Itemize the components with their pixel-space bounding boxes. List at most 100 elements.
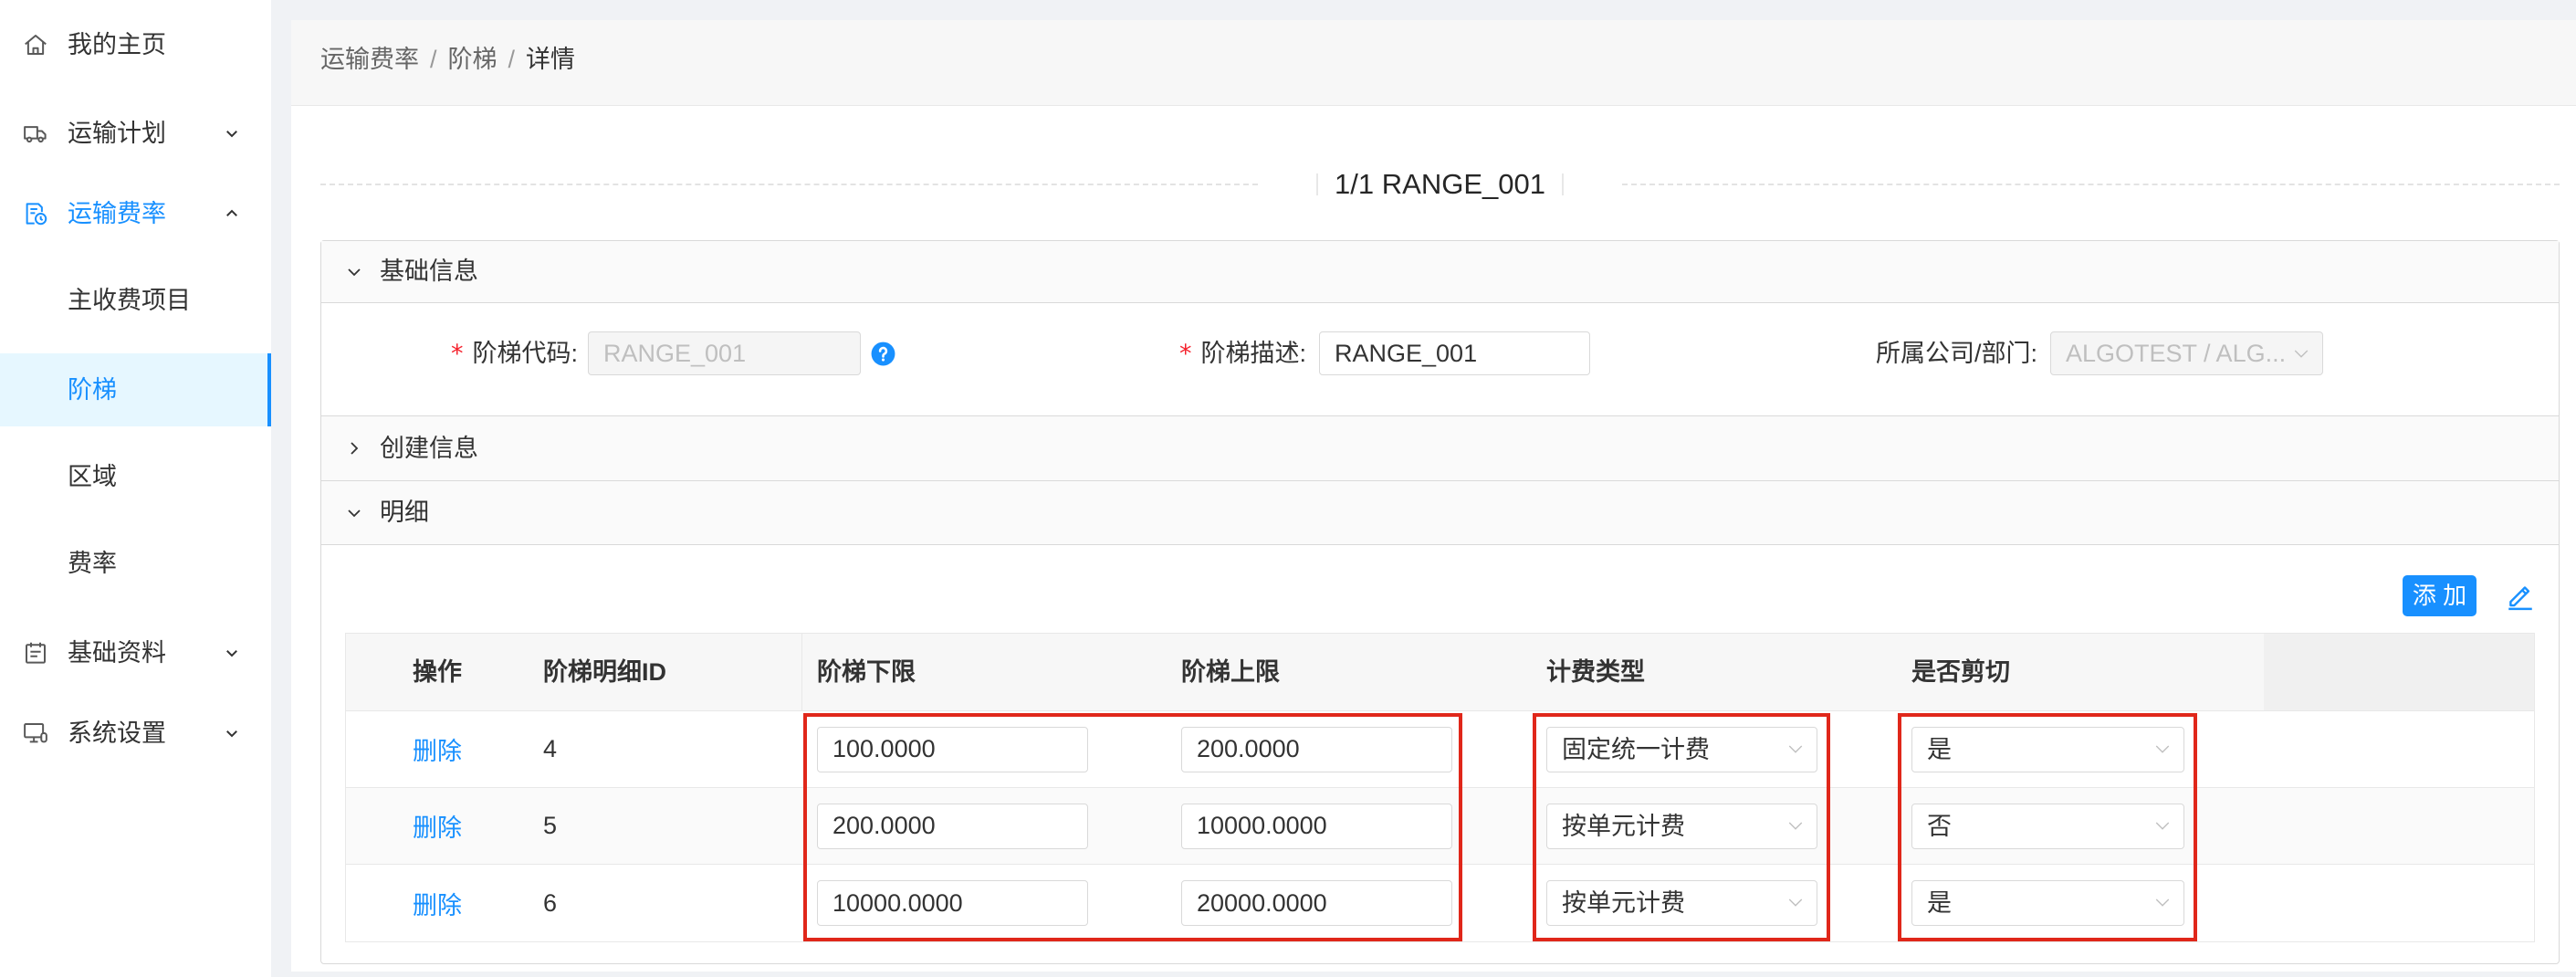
table-row: 删除 6 按单元计费 是 [346,865,2534,941]
upper-limit-input[interactable] [1181,880,1452,926]
sidebar-item-label: 主收费项目 [68,287,191,314]
column-header-lower-limit: 阶梯下限 [817,658,916,686]
sidebar-item-transport-plan[interactable]: 运输计划 [0,97,271,170]
delete-link[interactable]: 删除 [413,814,462,842]
chevron-down-icon [346,264,362,280]
delete-link[interactable]: 删除 [413,738,462,765]
column-header-detail-id: 阶梯明细ID [529,634,802,710]
cut-select[interactable]: 是 [1911,880,2184,926]
rate-sheet-icon [22,200,49,227]
clipboard-icon [22,639,49,667]
divider-bar-right [1561,173,1564,195]
charge-type-cell: 按单元计费 [1532,880,1897,926]
column-header-filler [2264,634,2534,710]
range-description-input[interactable] [1319,331,1590,375]
panel-title: 明细 [380,499,429,526]
breadcrumb-link-range[interactable]: 阶梯 [448,46,497,73]
lower-limit-input[interactable] [817,803,1088,849]
chevron-down-icon [346,505,362,521]
panel-title: 基础信息 [380,257,478,285]
panel-header-basic-info[interactable]: 基础信息 [321,241,2559,303]
required-mark: * [1178,340,1192,368]
detail-id-cell: 6 [543,888,558,917]
delete-link[interactable]: 删除 [413,892,462,919]
lower-limit-input[interactable] [817,726,1088,772]
cut-value: 否 [1927,812,1952,840]
truck-icon [22,120,49,147]
charge-type-select[interactable]: 按单元计费 [1546,880,1817,926]
lower-limit-cell [802,880,1167,926]
upper-limit-input[interactable] [1181,803,1452,849]
table-row: 删除 4 固定统一计费 是 [346,711,2534,788]
range-description-label: * 阶梯描述: [1033,331,1306,375]
sidebar-item-label: 我的主页 [68,31,166,58]
sidebar-item-range[interactable]: 阶梯 [0,353,271,426]
main-content-card: 运输费率 / 阶梯 / 详情 1/1 RANGE_001 基础信息 * 阶梯代码: [291,20,2576,972]
chevron-up-icon [224,205,240,222]
range-description-label-text: 阶梯描述: [1200,340,1306,367]
sidebar-item-label: 阶梯 [68,376,117,404]
panel-title: 创建信息 [380,435,478,462]
company-department-select[interactable]: ALGOTEST / ALG... [2050,331,2323,375]
sidebar-item-rate[interactable]: 费率 [0,527,271,600]
sidebar-item-label: 费率 [68,550,117,577]
sidebar-item-zone[interactable]: 区域 [0,440,271,513]
charge-type-select[interactable]: 按单元计费 [1546,803,1817,849]
charge-type-value: 按单元计费 [1562,812,1685,840]
add-button[interactable]: 添 加 [2403,575,2477,616]
upper-limit-cell [1167,803,1532,849]
breadcrumb-current: 详情 [526,46,576,73]
sidebar: 我的主页 运输计划 运输费率 主收费项目 阶梯 区域 费率 基础资料 系统设置 [0,0,271,977]
sidebar-item-label: 基础资料 [68,639,166,667]
cut-cell: 是 [1897,880,2264,926]
chevron-down-icon [224,725,240,741]
charge-type-select[interactable]: 固定统一计费 [1546,726,1817,772]
sidebar-item-transport-rate[interactable]: 运输费率 [0,177,271,250]
range-detail-table: 操作 阶梯明细ID 阶梯下限 阶梯上限 计费类型 是否剪切 删除 4 100.0… [345,633,2535,942]
panel-header-details[interactable]: 明细 [321,481,2559,545]
divider-bar-left [1316,173,1319,195]
breadcrumb-separator: / [430,46,437,73]
cut-cell: 是 [1897,726,2264,772]
chevron-down-icon [224,125,240,142]
charge-type-value: 固定统一计费 [1562,735,1710,763]
range-code-label: * 阶梯代码: [321,331,578,375]
sidebar-item-main-charge-items[interactable]: 主收费项目 [0,264,271,337]
table-header-row: 操作 阶梯明细ID 阶梯下限 阶梯上限 计费类型 是否剪切 [346,634,2534,711]
company-department-label-text: 所属公司/部门: [1875,340,2037,367]
details-content: 添 加 操作 阶梯明细ID 阶梯下限 阶梯上限 计费类型 是否剪切 删除 4 1… [321,545,2559,961]
chevron-down-icon [2154,817,2171,834]
sidebar-item-basic-data[interactable]: 基础资料 [0,616,271,689]
record-title-divider: 1/1 RANGE_001 [320,166,2560,203]
question-circle-icon[interactable] [871,341,895,366]
column-header-upper-limit: 阶梯上限 [1181,658,1280,686]
sidebar-item-label: 系统设置 [68,720,166,747]
upper-limit-cell [1167,726,1532,772]
cut-cell: 否 [1897,803,2264,849]
charge-type-cell: 固定统一计费 [1532,726,1897,772]
home-icon [22,31,49,58]
sidebar-item-label: 运输费率 [68,200,166,227]
range-code-label-text: 阶梯代码: [472,340,578,367]
table-row: 删除 5 按单元计费 否 [346,788,2534,865]
company-department-label: 所属公司/部门: [1764,331,2037,375]
chevron-down-icon [2154,741,2171,757]
panel-header-creation-info[interactable]: 创建信息 [321,416,2559,481]
edit-icon[interactable] [2505,580,2536,611]
record-title: 1/1 RANGE_001 [1335,168,1545,200]
cut-select[interactable]: 是 [1911,726,2184,772]
upper-limit-input[interactable] [1181,726,1452,772]
charge-type-cell: 按单元计费 [1532,803,1897,849]
sidebar-item-system-settings[interactable]: 系统设置 [0,697,271,770]
chevron-right-icon [346,440,362,457]
sidebar-item-home[interactable]: 我的主页 [0,8,271,81]
range-code-input[interactable] [588,331,861,375]
lower-limit-cell [802,726,1167,772]
breadcrumb-link-transport-rate[interactable]: 运输费率 [320,46,419,73]
cut-select[interactable]: 否 [1911,803,2184,849]
cut-value: 是 [1927,889,1952,917]
lower-limit-input[interactable] [817,880,1088,926]
record-collapse: 基础信息 * 阶梯代码: * 阶梯描述: 所属公司/部门: ALGOTEST / A… [320,240,2560,964]
breadcrumb: 运输费率 / 阶梯 / 详情 [291,20,2576,106]
action-cell: 删除 [346,886,529,921]
